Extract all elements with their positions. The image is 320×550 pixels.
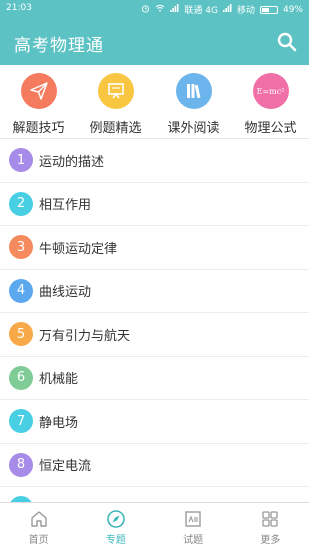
app-bar: 高考物理通: [0, 18, 309, 65]
nav-exams[interactable]: 试题: [155, 503, 232, 550]
exam-paper-icon: [185, 511, 201, 527]
nav-label: 首页: [28, 535, 49, 546]
network-label-1: 联通 4G: [184, 6, 218, 16]
nav-topics[interactable]: 专题: [77, 503, 154, 550]
chapter-number-badge: 5: [9, 322, 33, 347]
quick-link-label: 课外阅读: [167, 121, 220, 136]
quick-link-examples[interactable]: 例题精选: [77, 73, 154, 136]
bottom-nav: 首页 专题 试题 更多: [0, 502, 309, 550]
nav-label: 更多: [260, 535, 281, 546]
chapter-number-badge: 4: [9, 278, 33, 303]
compass-icon: [107, 510, 125, 528]
list-item[interactable]: 2 相互作用: [0, 183, 309, 226]
chapter-list: 1 运动的描述 2 相互作用 3 牛顿运动定律 4 曲线运动 5 万有引力与航天 6 机械能…: [0, 139, 309, 502]
chapter-number-badge: 2: [9, 191, 33, 216]
chapter-number-badge: 1: [9, 148, 33, 173]
quick-link-tips[interactable]: 解题技巧: [0, 73, 77, 136]
list-item[interactable]: 6 机械能: [0, 357, 309, 400]
nav-home[interactable]: 首页: [0, 503, 77, 550]
chapter-title: 牛顿运动定律: [39, 241, 118, 257]
nav-label: 专题: [105, 535, 126, 546]
search-button[interactable]: [275, 30, 299, 54]
presentation-board-icon: [97, 73, 134, 109]
alarm-icon: [141, 4, 150, 16]
status-time: 21:03: [6, 3, 32, 13]
wifi-icon: [155, 4, 165, 15]
formula-icon-text: E=mc²: [256, 86, 285, 96]
chapter-title: 相互作用: [39, 198, 92, 214]
list-item[interactable]: 3 牛顿运动定律: [0, 226, 309, 270]
signal-icon: [222, 4, 232, 15]
status-bar: 21:03 联通 4G 移动 49%: [0, 0, 309, 18]
quick-link-label: 例题精选: [89, 121, 142, 136]
network-label-2: 移动: [236, 6, 255, 16]
chapter-number-badge: 6: [9, 365, 33, 390]
chapter-number-badge: 8: [9, 452, 33, 477]
chapter-title: 恒定电流: [39, 459, 92, 475]
list-item[interactable]: 1 运动的描述: [0, 139, 309, 183]
list-item[interactable]: 8 恒定电流: [0, 444, 309, 487]
battery-percent: 49%: [282, 4, 303, 15]
list-item[interactable]: 5 万有引力与航天: [0, 313, 309, 357]
quick-link-label: 物理公式: [244, 121, 297, 136]
battery-icon: [259, 5, 278, 14]
quick-link-label: 解题技巧: [12, 121, 65, 136]
signal-icon: [170, 4, 179, 15]
quick-link-reading[interactable]: 课外阅读: [155, 73, 232, 136]
chapter-title: 机械能: [39, 372, 79, 388]
books-icon: [175, 73, 212, 109]
search-icon: [277, 32, 297, 52]
chapter-title: 万有引力与航天: [39, 328, 131, 344]
nav-label: 试题: [183, 535, 204, 546]
quick-link-formulas[interactable]: E=mc² 物理公式: [232, 73, 309, 136]
app-title: 高考物理通: [14, 36, 104, 56]
list-item[interactable]: 7 静电场: [0, 400, 309, 444]
paper-plane-icon: [20, 73, 57, 109]
status-indicators: 联通 4G 移动 49%: [141, 3, 303, 16]
chapter-title: 静电场: [39, 415, 79, 431]
chapter-title: 运动的描述: [39, 154, 105, 170]
chapter-number-badge: 3: [9, 235, 33, 260]
grid-icon: [262, 511, 279, 527]
quick-links: 解题技巧 例题精选 课外阅读 E=mc² 物理公式: [0, 65, 309, 139]
chapter-number-badge: 7: [9, 409, 33, 434]
list-item[interactable]: 9磁场: [0, 487, 309, 502]
home-icon: [30, 511, 47, 527]
list-item[interactable]: 4 曲线运动: [0, 270, 309, 313]
nav-more[interactable]: 更多: [232, 503, 309, 550]
chapter-title: 曲线运动: [39, 285, 92, 301]
formula-icon: E=mc²: [252, 73, 289, 109]
